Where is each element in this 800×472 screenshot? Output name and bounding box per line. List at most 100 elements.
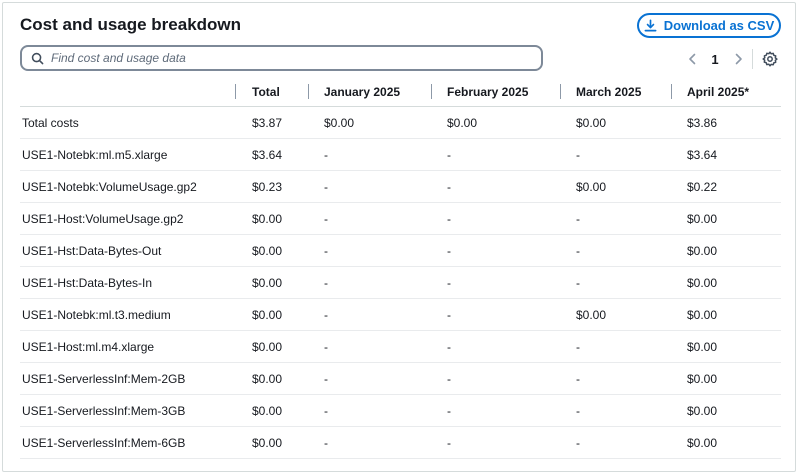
cost-cell: $0.00 <box>671 362 781 395</box>
cost-cell: $3.64 <box>235 138 308 171</box>
row-label-cell: USE1-ServerlessInf:Mem-3GB <box>20 394 235 427</box>
cost-cell: - <box>308 266 431 299</box>
row-label-cell: Total costs <box>20 106 235 139</box>
chevron-left-icon[interactable] <box>683 49 701 69</box>
column-divider[interactable] <box>671 84 672 99</box>
cost-cell: - <box>431 170 560 203</box>
table-row: USE1-ServerlessInf:Mem-3GB $0.00- - - $0.00 <box>20 394 781 427</box>
table-row: USE1-Notebk:ml.t3.medium $0.00- - $0.00 $0.0… <box>20 298 781 331</box>
cost-cell: $0.00 <box>560 170 671 203</box>
cost-cell: - <box>308 330 431 363</box>
cost-cell: $0.00 <box>235 330 308 363</box>
cost-cell: $0.00 <box>235 362 308 395</box>
cost-cell: - <box>431 426 560 459</box>
table-row: USE1-Host:VolumeUsage.gp2 $0.00- - - $0.00 <box>20 202 781 235</box>
cost-cell: $0.00 <box>560 298 671 331</box>
row-label-cell: USE1-Hst:Data-Bytes-Out <box>20 234 235 267</box>
table-row: USE1-ServerlessInf:Mem-2GB $0.00- - - $0.00 <box>20 362 781 395</box>
cost-cell: $3.64 <box>671 138 781 171</box>
gear-icon[interactable] <box>761 50 779 68</box>
table-row: USE1-Hst:Data-Bytes-Out $0.00- - - $0.00 <box>20 234 781 267</box>
column-divider[interactable] <box>308 84 309 99</box>
download-csv-label: Download as CSV <box>663 18 775 33</box>
cost-cell: - <box>431 330 560 363</box>
cost-cell: $0.00 <box>560 106 671 139</box>
chevron-right-icon[interactable] <box>729 49 747 69</box>
cost-cell: - <box>308 298 431 331</box>
table-row: USE1-Hst:Data-Bytes-In $0.00- - - $0.00 <box>20 266 781 299</box>
cost-cell: $0.00 <box>308 106 431 139</box>
cost-cell: - <box>560 234 671 267</box>
row-label-cell: USE1-Notebk:ml.m5.xlarge <box>20 138 235 171</box>
row-label-cell: USE1-Notebk:ml.t3.medium <box>20 298 235 331</box>
row-label-cell: USE1-Host:ml.m4.xlarge <box>20 330 235 363</box>
cost-cell: $0.00 <box>431 106 560 139</box>
cost-cell: $0.00 <box>671 426 781 459</box>
cost-cell: - <box>560 202 671 235</box>
cost-cell: - <box>308 138 431 171</box>
row-label-cell: USE1-ServerlessInf:Mem-6GB <box>20 426 235 459</box>
cost-cell: - <box>560 426 671 459</box>
cost-cell: $0.22 <box>671 170 781 203</box>
cost-cell: - <box>560 362 671 395</box>
table-row: USE1-ServerlessInf:Mem-6GB $0.00- - - $0.00 <box>20 426 781 459</box>
search-box <box>20 45 543 71</box>
table-row: USE1-Notebk:VolumeUsage.gp2 $0.23- - $0.00 $… <box>20 170 781 203</box>
search-input[interactable] <box>51 51 521 65</box>
column-header-march[interactable]: March 2025 <box>560 77 671 107</box>
row-label-cell: USE1-Hst:Data-Bytes-In <box>20 266 235 299</box>
cost-cell: $0.00 <box>235 426 308 459</box>
cost-cell: $0.00 <box>671 394 781 427</box>
cost-cell: - <box>308 234 431 267</box>
cost-cell: - <box>431 234 560 267</box>
cost-cell: - <box>560 394 671 427</box>
column-divider[interactable] <box>560 84 561 99</box>
column-header-february[interactable]: February 2025 <box>431 77 560 107</box>
column-divider[interactable] <box>431 84 432 99</box>
cost-cell: - <box>431 298 560 331</box>
cost-cell: $0.00 <box>235 394 308 427</box>
search-icon <box>31 52 44 65</box>
cost-cell: $0.00 <box>235 202 308 235</box>
pagination: 1 <box>683 49 747 69</box>
column-header-total[interactable]: Total <box>235 77 308 107</box>
cost-cell: - <box>560 330 671 363</box>
row-label-cell: USE1-ServerlessInf:Mem-2GB <box>20 362 235 395</box>
row-label-cell: USE1-Host:VolumeUsage.gp2 <box>20 202 235 235</box>
column-header-service <box>20 77 235 107</box>
cost-cell: $3.86 <box>671 106 781 139</box>
cost-cell: $0.00 <box>671 234 781 267</box>
column-header-january[interactable]: January 2025 <box>308 77 431 107</box>
column-header-april[interactable]: April 2025* <box>671 77 781 107</box>
cost-cell: - <box>431 202 560 235</box>
row-label-cell: USE1-Notebk:VolumeUsage.gp2 <box>20 170 235 203</box>
page-number[interactable]: 1 <box>701 52 729 67</box>
cost-cell: - <box>431 266 560 299</box>
cost-cell: $0.23 <box>235 170 308 203</box>
cost-cell: $3.87 <box>235 106 308 139</box>
cost-cell: $0.00 <box>235 266 308 299</box>
cost-cell: - <box>308 426 431 459</box>
table-row: USE1-Notebk:ml.m5.xlarge $3.64- - - $3.64 <box>20 138 781 171</box>
cost-cell: $0.00 <box>235 298 308 331</box>
cost-cell: - <box>308 394 431 427</box>
cost-cell: - <box>308 170 431 203</box>
cost-cell: - <box>308 202 431 235</box>
cost-cell: - <box>431 138 560 171</box>
table-row: Total costs $3.87 $0.00 $0.00 $0.00 $3.86 <box>20 106 781 139</box>
cost-cell: $0.00 <box>235 234 308 267</box>
table-row: USE1-Host:ml.m4.xlarge $0.00- - - $0.00 <box>20 330 781 363</box>
cost-cell: - <box>308 362 431 395</box>
cost-cell: - <box>560 138 671 171</box>
cost-cell: $0.00 <box>671 298 781 331</box>
pagination-divider <box>752 49 753 69</box>
cost-table: Total January 2025 February 2025 March 2… <box>20 77 781 459</box>
cost-cell: - <box>560 266 671 299</box>
cost-cell: - <box>431 362 560 395</box>
download-csv-button[interactable]: Download as CSV <box>637 13 781 38</box>
table-header-row: Total January 2025 February 2025 March 2… <box>20 77 781 107</box>
page-title: Cost and usage breakdown <box>20 15 242 34</box>
cost-cell: $0.00 <box>671 266 781 299</box>
cost-cell: - <box>431 394 560 427</box>
column-divider[interactable] <box>235 84 236 99</box>
